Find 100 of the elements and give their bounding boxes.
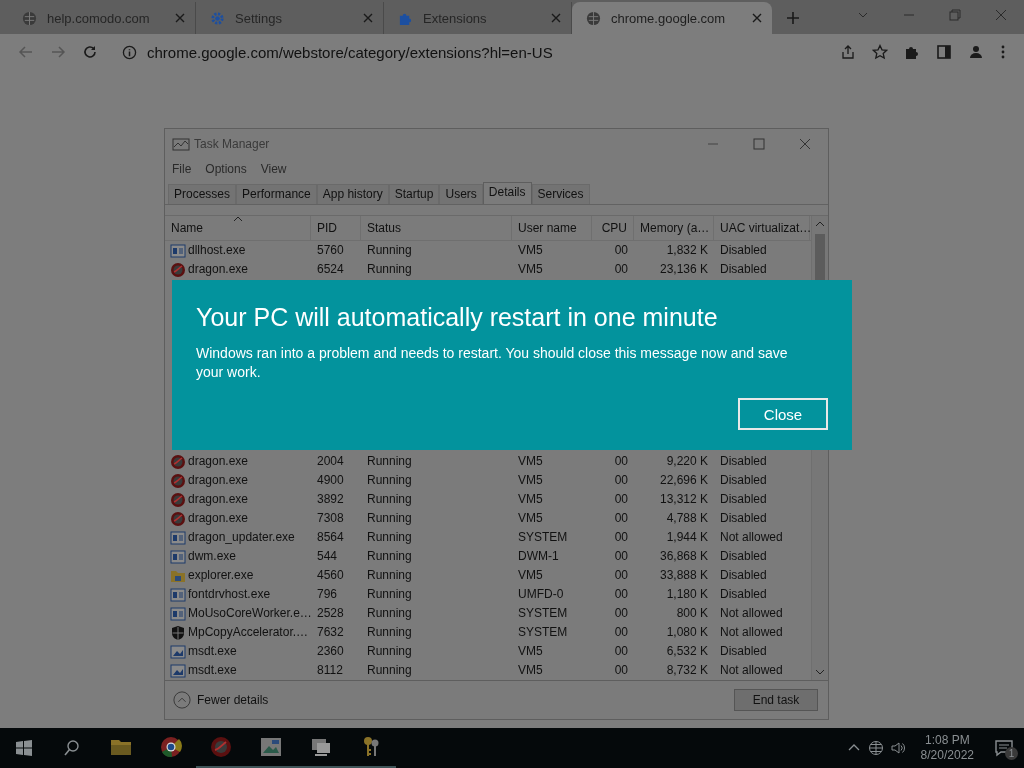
notification-icon[interactable]	[995, 739, 1013, 757]
collapse-icon	[173, 691, 191, 709]
table-cell-text: UMFD-0	[517, 586, 565, 603]
close-icon[interactable]	[551, 13, 561, 23]
table-cell-text: SYSTEM	[517, 605, 569, 622]
menu-item[interactable]: View	[260, 162, 287, 176]
dragon-icon	[170, 261, 186, 278]
table-cell-text: 800 K	[675, 605, 709, 622]
table-cell-text: Disabled	[719, 453, 768, 470]
column-header[interactable]: User name	[512, 216, 592, 240]
table-cell-text: 00	[613, 624, 629, 641]
image-app-icon	[259, 735, 283, 759]
table-cell-text: 9,220 K	[665, 453, 709, 470]
menu-item[interactable]: File	[172, 162, 192, 176]
table-cell-text: Disabled	[719, 261, 768, 278]
column-header[interactable]: Memory (a…	[634, 216, 714, 240]
table-cell-text: 5760	[316, 242, 345, 259]
dragon-icon	[170, 472, 186, 489]
window-title: Task Manager	[194, 137, 270, 151]
table-cell-text: Running	[366, 586, 413, 603]
date-text: 8/20/2022	[920, 748, 974, 763]
process-name: MpCopyAccelerator.…	[188, 624, 309, 641]
column-header[interactable]: UAC virtualizat…	[714, 216, 810, 240]
process-name: dragon.exe	[188, 510, 249, 527]
address-bar[interactable]: chrome.google.com/webstore/category/extensions?hl=en-US	[112, 38, 826, 66]
dialog-message: Windows ran into a problem and needs to restart. You should close this message now and save your work.	[196, 344, 789, 382]
tab[interactable]: Performance	[236, 184, 317, 204]
dragon-icon	[170, 491, 186, 508]
column-header[interactable]: PID	[311, 216, 361, 240]
table-cell-text: 13,312 K	[658, 491, 709, 508]
close-icon[interactable]	[752, 13, 762, 23]
dragon-icon	[209, 735, 233, 759]
table-cell-text: 1,080 K	[665, 624, 709, 641]
column-header[interactable]: Name	[165, 216, 311, 240]
menu-icon[interactable]	[1000, 44, 1006, 60]
tab[interactable]: Details	[482, 182, 532, 204]
table-cell-text: Not allowed	[719, 624, 784, 641]
table-cell-text: Disabled	[719, 510, 768, 527]
table-cell-text: 33,888 K	[658, 567, 709, 584]
table-cell-text: VM5	[517, 643, 544, 660]
table-cell-text: 6,532 K	[665, 643, 709, 660]
close-icon[interactable]	[363, 13, 373, 23]
process-name: dragon_updater.exe	[188, 529, 295, 546]
browser-tab[interactable]: chrome.google.com	[572, 2, 772, 34]
table-cell-text: 2004	[316, 453, 345, 470]
search-icon[interactable]	[63, 739, 81, 757]
menu-item[interactable]: Options	[205, 162, 247, 176]
window-icon	[170, 586, 186, 603]
process-name: dragon.exe	[188, 491, 249, 508]
dragon-icon	[170, 510, 186, 527]
table-cell-text: Running	[366, 567, 413, 584]
new-tab-icon[interactable]	[786, 11, 800, 25]
close-icon[interactable]	[175, 13, 185, 23]
globe-icon	[22, 10, 37, 26]
table-cell-text: 1,180 K	[665, 586, 709, 603]
info-icon[interactable]	[122, 44, 137, 60]
process-name: MoUsoCoreWorker.e…	[188, 605, 312, 622]
table-cell-text: 6524	[316, 261, 345, 278]
start-icon[interactable]	[15, 739, 33, 757]
puzzle-icon[interactable]	[904, 44, 920, 60]
table-cell-text: 4560	[316, 567, 345, 584]
profile-icon[interactable]	[968, 44, 984, 60]
table-cell-text: Disabled	[719, 472, 768, 489]
close-button[interactable]: Close	[738, 398, 828, 430]
tab[interactable]: Startup	[388, 184, 440, 204]
clock[interactable]: 1:08 PM 8/20/2022	[920, 733, 974, 763]
table-cell-text: 4,788 K	[665, 510, 709, 527]
dialog-title: Your PC will automatically restart in one minute	[196, 302, 719, 333]
table-cell-text: VM5	[517, 510, 544, 527]
table-cell-text: VM5	[517, 662, 544, 679]
table-cell-text: Not allowed	[719, 529, 784, 546]
table-cell-text: 00	[613, 510, 629, 527]
table-cell-text: 00	[613, 586, 629, 603]
gear-icon	[210, 10, 225, 26]
star-icon[interactable]	[872, 44, 888, 60]
table-cell-text: VM5	[517, 261, 544, 278]
end-task-button[interactable]: End task	[734, 689, 818, 711]
share-icon[interactable]	[840, 44, 856, 60]
tab[interactable]: Users	[439, 184, 483, 204]
column-header[interactable]: Status	[361, 216, 512, 240]
window-icon	[170, 529, 186, 546]
tab[interactable]: App history	[316, 184, 389, 204]
table-cell-text: Running	[366, 548, 413, 565]
table-cell-text: 00	[613, 567, 629, 584]
table-cell-text: Running	[366, 529, 413, 546]
tab[interactable]: Processes	[168, 184, 237, 204]
table-cell-text: 00	[613, 472, 629, 489]
side-panel-icon[interactable]	[936, 44, 952, 60]
table-cell-text: Not allowed	[719, 605, 784, 622]
app-icon	[170, 662, 186, 679]
table-cell-text: VM5	[517, 453, 544, 470]
network-icon[interactable]	[867, 740, 884, 756]
reload-icon[interactable]	[82, 44, 98, 60]
table-cell-text: 796	[316, 586, 339, 603]
speaker-icon[interactable]	[889, 740, 906, 756]
tab[interactable]: Services	[531, 184, 590, 204]
column-header[interactable]: CPU	[592, 216, 634, 240]
table-cell-text: Running	[366, 491, 413, 508]
fewer-details-button[interactable]: Fewer details	[173, 691, 269, 709]
table-cell-text: Disabled	[719, 567, 768, 584]
